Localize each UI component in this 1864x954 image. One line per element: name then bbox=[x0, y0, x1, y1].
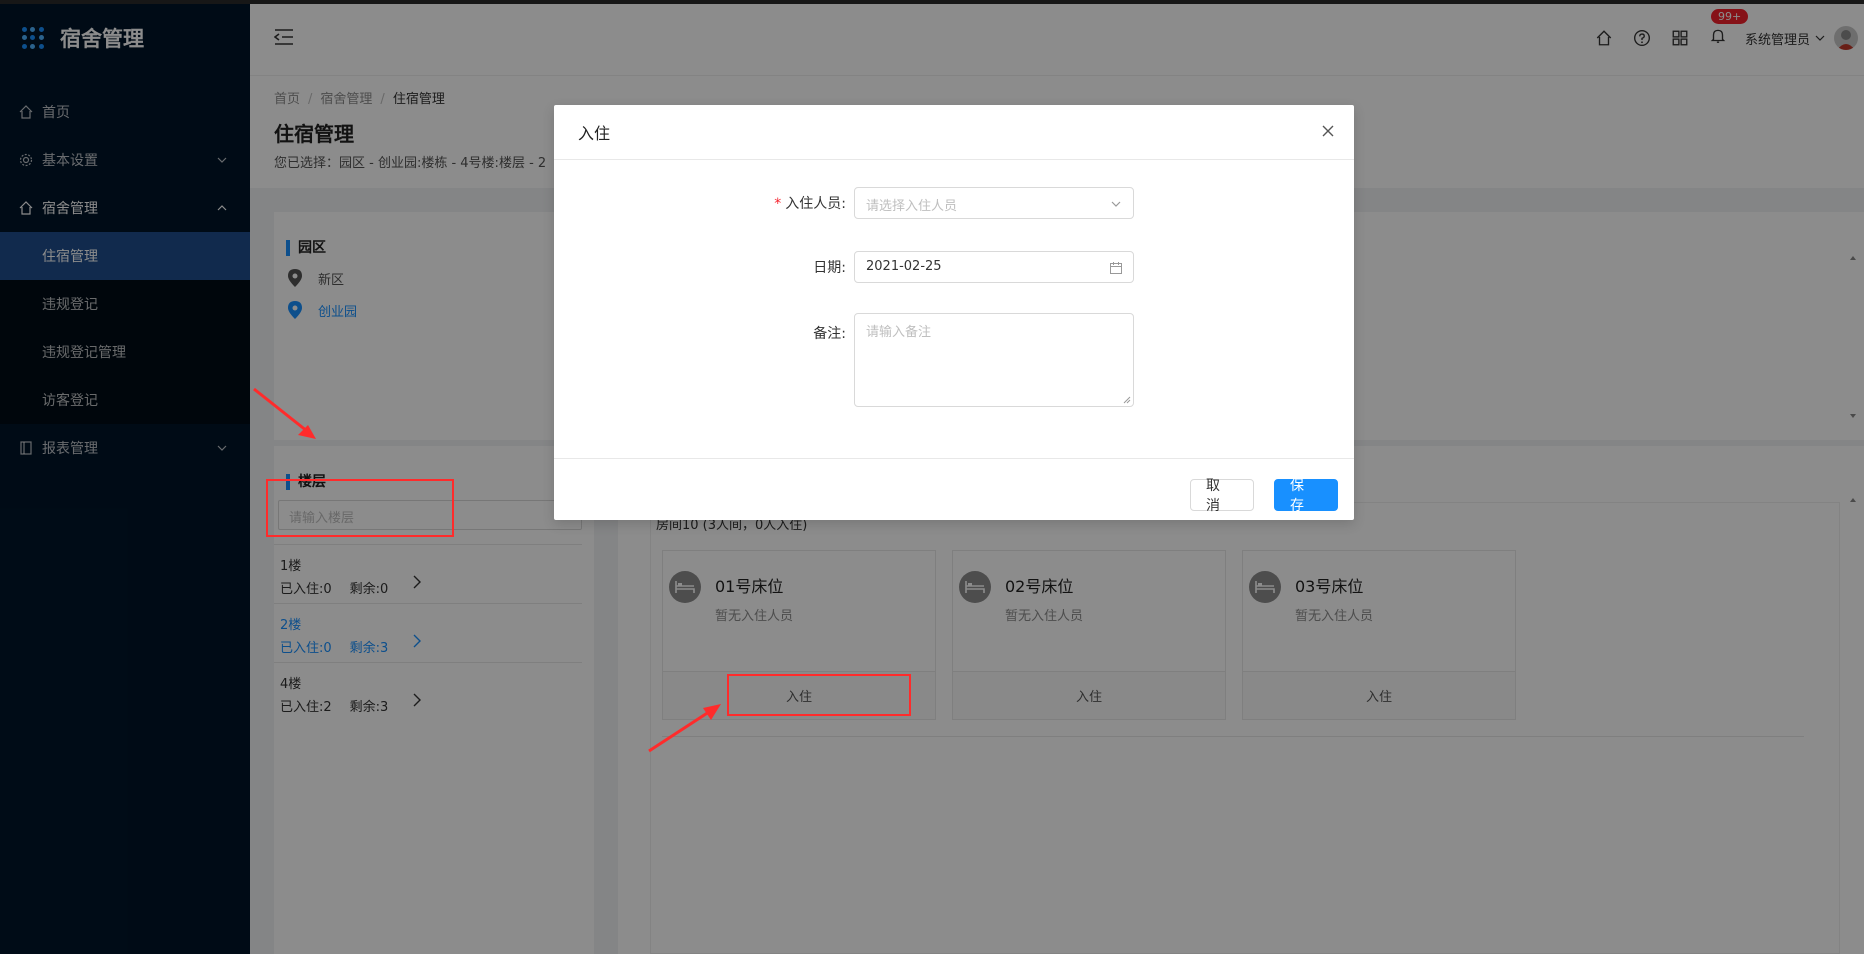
person-select-placeholder: 请选择入住人员 bbox=[866, 199, 958, 214]
form-row-person: * 入住人员: 请选择入住人员 bbox=[554, 187, 1354, 219]
annotation-arrow bbox=[253, 387, 316, 439]
check-in-modal: 入住 * 入住人员: 请选择入住人员 日期: 2021-02-25 备注: 请输入… bbox=[554, 105, 1354, 520]
date-value: 2021-02-25 bbox=[866, 259, 942, 274]
form-label: 备注: bbox=[813, 326, 846, 342]
chevron-down-icon bbox=[1111, 201, 1121, 207]
calendar-icon bbox=[1110, 262, 1122, 274]
form-label: 日期: bbox=[813, 260, 846, 276]
modal-header: 入住 bbox=[554, 105, 1354, 160]
modal-title: 入住 bbox=[578, 124, 611, 143]
form-label: * 入住人员: bbox=[554, 193, 854, 213]
annotation-arrow bbox=[648, 704, 721, 753]
form-row-note: 备注: 请输入备注 bbox=[554, 313, 1354, 407]
note-placeholder: 请输入备注 bbox=[866, 325, 932, 340]
note-textarea[interactable]: 请输入备注 bbox=[854, 313, 1134, 407]
form-row-date: 日期: 2021-02-25 bbox=[554, 251, 1354, 283]
required-mark: * bbox=[774, 196, 782, 212]
cancel-button[interactable]: 取 消 bbox=[1190, 478, 1254, 514]
annotation-box bbox=[727, 674, 911, 716]
date-picker[interactable]: 2021-02-25 bbox=[854, 251, 1134, 283]
resize-handle-icon[interactable] bbox=[1123, 396, 1131, 404]
modal-footer: 取 消 保 存 bbox=[554, 458, 1354, 520]
close-icon[interactable] bbox=[1320, 123, 1336, 139]
person-select[interactable]: 请选择入住人员 bbox=[854, 187, 1134, 219]
save-button[interactable]: 保 存 bbox=[1274, 478, 1338, 514]
person-label: 入住人员: bbox=[785, 196, 846, 212]
annotation-box bbox=[266, 479, 454, 537]
